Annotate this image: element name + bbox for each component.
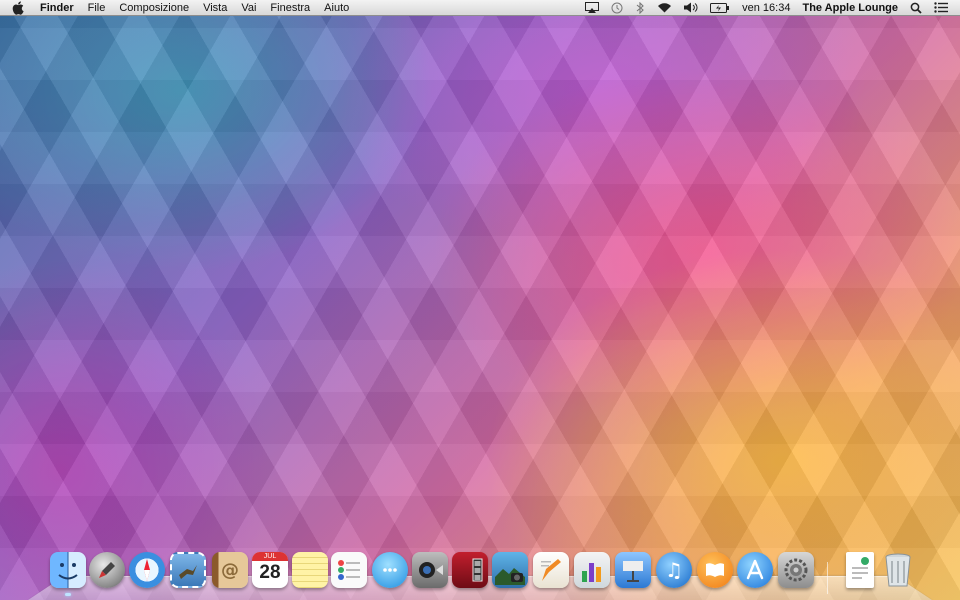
reminders-icon[interactable] xyxy=(331,552,367,588)
iphoto-icon[interactable] xyxy=(492,552,528,588)
airplay-icon[interactable] xyxy=(585,2,600,13)
finder-icon[interactable] xyxy=(50,552,86,588)
desktop-wallpaper xyxy=(0,0,960,600)
menu-vai[interactable]: Vai xyxy=(241,2,256,14)
contacts-icon[interactable]: @ xyxy=(212,552,248,588)
dock: @ JUL 28 ♫ xyxy=(0,548,960,600)
facetime-icon[interactable] xyxy=(412,552,448,588)
keynote-icon[interactable] xyxy=(615,552,651,588)
finder-running-indicator xyxy=(65,593,71,596)
calendar-day: 28 xyxy=(259,562,281,583)
itunes-icon[interactable]: ♫ xyxy=(656,552,692,588)
wifi-icon[interactable] xyxy=(657,2,672,13)
battery-icon[interactable] xyxy=(710,2,730,13)
time-machine-icon[interactable] xyxy=(611,2,623,14)
menu-aiuto[interactable]: Aiuto xyxy=(324,2,349,14)
pages-icon[interactable] xyxy=(533,552,569,588)
launchpad-icon[interactable] xyxy=(89,552,125,588)
calendar-month: JUL xyxy=(252,552,288,561)
app-store-icon[interactable] xyxy=(737,552,773,588)
notification-center-icon[interactable] xyxy=(934,2,948,13)
user-name[interactable]: The Apple Lounge xyxy=(802,2,898,14)
dock-separator xyxy=(827,562,828,594)
bluetooth-icon[interactable] xyxy=(635,1,645,14)
menu-vista[interactable]: Vista xyxy=(203,2,227,14)
numbers-icon[interactable] xyxy=(574,552,610,588)
system-preferences-icon[interactable] xyxy=(778,552,814,588)
menu-finder[interactable]: Finder xyxy=(40,2,74,14)
clock[interactable]: ven 16:34 xyxy=(742,2,790,14)
ibooks-icon[interactable] xyxy=(697,552,733,588)
notes-icon[interactable] xyxy=(292,552,328,588)
apple-menu-icon[interactable] xyxy=(12,0,26,15)
messages-icon[interactable] xyxy=(372,552,408,588)
calendar-icon[interactable]: JUL 28 xyxy=(252,552,288,588)
trash-icon[interactable] xyxy=(880,552,916,588)
menu-bar: Finder File Composizione Vista Vai Fines… xyxy=(0,0,960,16)
photo-booth-icon[interactable] xyxy=(452,552,488,588)
menu-composizione[interactable]: Composizione xyxy=(119,2,189,14)
volume-icon[interactable] xyxy=(684,2,698,13)
menu-finestra[interactable]: Finestra xyxy=(270,2,310,14)
preview-document-icon[interactable] xyxy=(846,552,874,588)
menu-file[interactable]: File xyxy=(88,2,106,14)
spotlight-icon[interactable] xyxy=(910,2,922,14)
safari-icon[interactable] xyxy=(129,552,165,588)
mail-icon[interactable] xyxy=(170,552,206,588)
